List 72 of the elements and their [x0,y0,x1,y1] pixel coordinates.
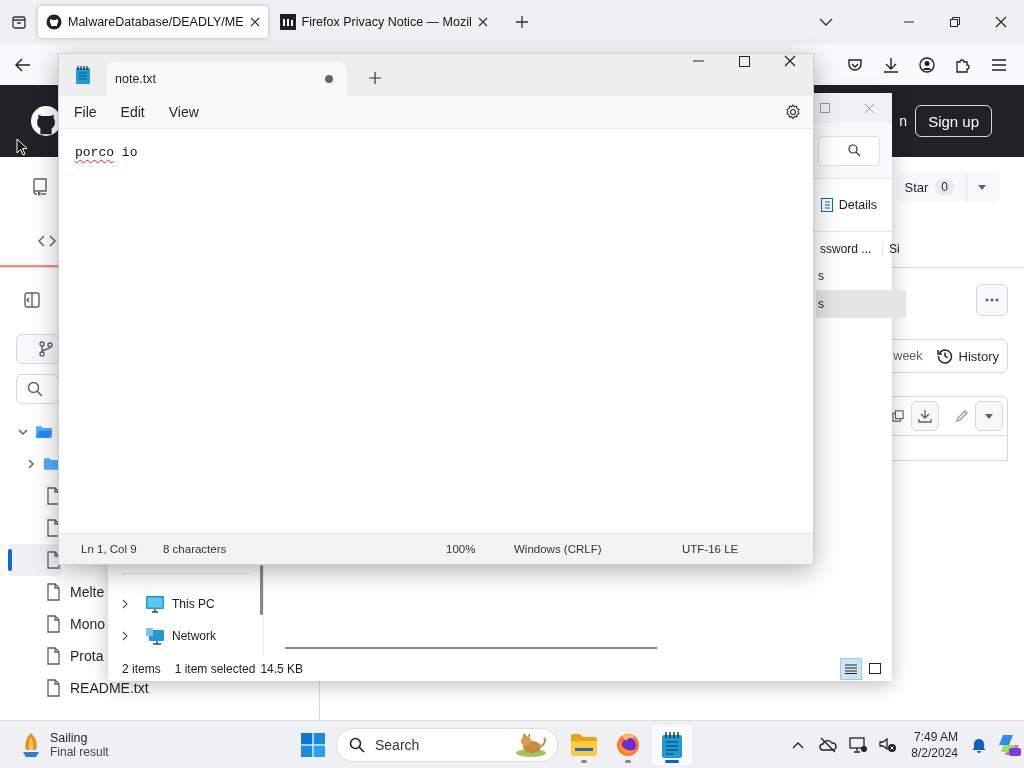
branch-button[interactable] [16,334,59,364]
search-icon [848,144,861,157]
menu-item[interactable]: File [65,100,106,124]
search-input[interactable]: Search [373,735,507,754]
status-text: Ln 1, Col 9 [81,543,137,555]
github-logo-icon [46,14,62,30]
notepad-icon [76,66,90,84]
document-text[interactable]: porco io [75,145,797,160]
file-tree-item[interactable]: Mono [8,608,106,640]
download-icon[interactable] [911,401,939,431]
close-icon[interactable] [477,17,488,27]
network-icon [146,627,164,645]
column-header[interactable]: ssword ... [820,242,883,256]
file-tree-item[interactable] [8,544,62,576]
column-header[interactable]: Si [889,242,906,256]
caret-icon[interactable] [975,401,1003,431]
file-icon [44,551,62,569]
status-text: Windows (CRLF) [514,543,602,555]
file-icon [44,615,62,633]
details-view-icon[interactable] [840,657,862,680]
sign-up-button[interactable]: Sign up [915,105,992,137]
code-icon [38,235,56,247]
clock[interactable]: 7:49 AM 8/2/2024 [911,728,958,761]
menu-item[interactable]: Edit [111,100,154,124]
star-count: 0 [935,179,954,195]
selection-size: 14.5 KB [260,661,304,676]
close-icon[interactable] [249,17,260,27]
status-text: 100% [446,543,476,555]
browser-tab[interactable]: Firefox Privacy Notice — Mozil [271,6,496,38]
status-text: 8 characters [163,543,227,555]
star-button[interactable]: Star 0 [896,172,1000,202]
search-icon [349,736,365,753]
search-field[interactable] [818,135,880,166]
settings-icon[interactable] [785,104,801,120]
file-icon [44,583,62,601]
windows-logo-icon[interactable] [301,732,325,757]
menu-item[interactable]: View [159,100,208,124]
selection-info: 1 item selected [174,661,256,676]
navigation-item[interactable]: This PC [108,588,263,620]
details-button[interactable]: Details [818,194,879,216]
history-icon [936,348,953,364]
file-row[interactable]: s [816,262,906,290]
site-icon [279,14,296,30]
folder-icon [36,425,52,439]
commit-age-text: week [893,349,923,363]
monitor-icon [146,595,164,613]
taskbar-search-field[interactable]: Search [336,727,558,762]
notepad-app-icon[interactable] [652,724,692,765]
file-row[interactable]: s [816,290,906,318]
document-tab[interactable]: note.txt [107,62,347,96]
repository-icon [32,178,48,196]
file-tree-item[interactable]: Prota [8,640,104,672]
navigation-item[interactable]: Network [108,620,263,652]
status-text: UTF-16 LE [682,543,739,555]
mouse-pointer-icon [16,138,28,156]
search-icon [27,381,43,397]
chevron-right-icon[interactable] [121,599,129,609]
chevron-right-icon[interactable] [121,631,129,641]
browser-tab[interactable]: MalwareDatabase/DEADLY/ME [38,6,268,38]
caret-icon[interactable] [978,184,986,190]
file-icon [44,647,62,665]
details-pane-icon [820,198,833,212]
weather-widget[interactable]: Sailing Final result [20,730,109,759]
ellipsis-icon [985,298,999,302]
file-icon [44,679,62,697]
copy-icon[interactable] [892,410,904,422]
folder-icon [44,457,60,471]
sign-in-link[interactable]: n [899,113,908,129]
branch-icon [39,341,53,357]
sailboat-icon [20,731,42,758]
history-button[interactable]: History [936,348,999,364]
file-tree-item[interactable]: Melte [8,576,105,608]
